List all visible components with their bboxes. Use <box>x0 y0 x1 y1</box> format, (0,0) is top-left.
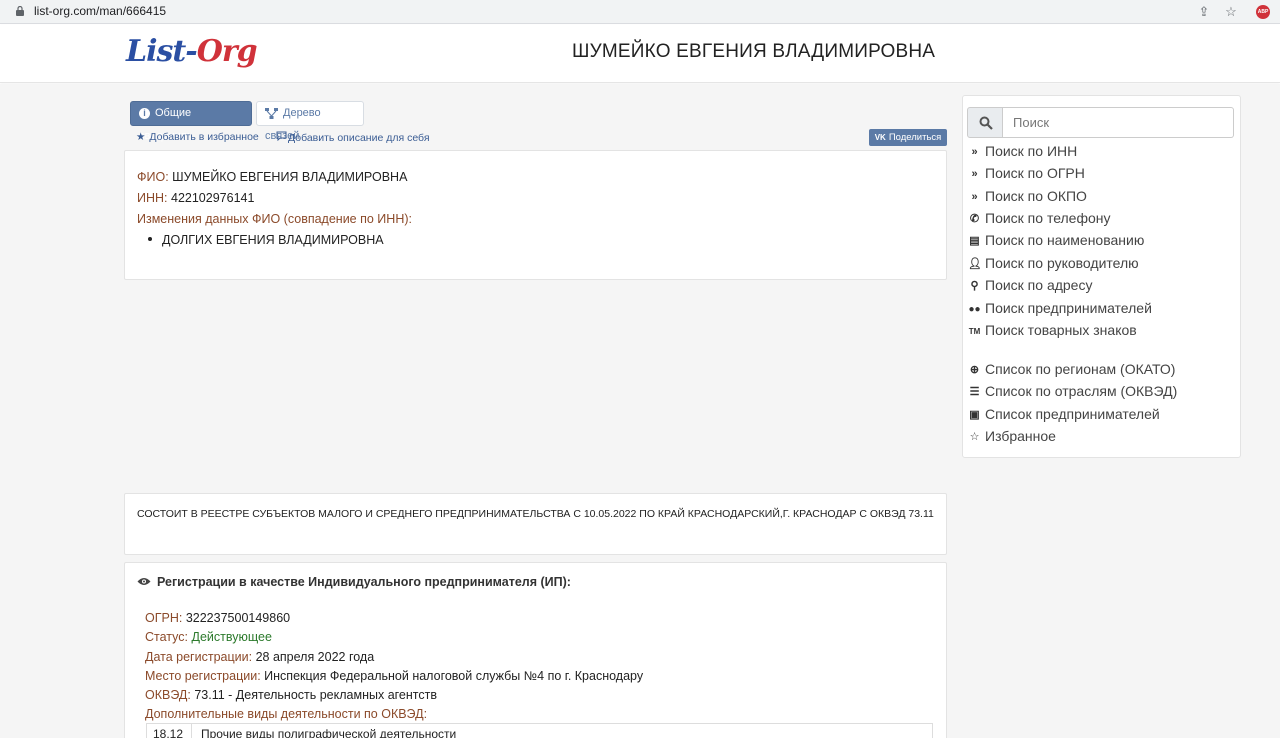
sidebar-item-address-search[interactable]: ⚲ Поиск по адресу <box>968 277 1092 297</box>
eye-icon <box>137 578 151 585</box>
sidebar-item-ogrn-search[interactable]: » Поиск по ОГРН <box>968 165 1084 185</box>
sidebar-item-favorites[interactable]: ☆ Избранное <box>968 428 1056 448</box>
sidebar-item-entrepreneurs-list[interactable]: ▣ Список предпринимателей <box>968 406 1159 426</box>
search-input[interactable] <box>1003 107 1234 138</box>
page-title: ШУМЕЙКО ЕВГЕНИЯ ВЛАДИМИРОВНА <box>572 41 936 62</box>
map-marker-icon: ⚲ <box>970 280 979 292</box>
star-icon: ☆ <box>969 431 980 443</box>
adblock-icon[interactable]: ABP <box>1256 5 1270 19</box>
sidebar-item-director-search[interactable]: 👤︎ Поиск по руководителю <box>968 255 1139 275</box>
ip-section-heading: Регистрации в качестве Индивидуального п… <box>137 575 571 589</box>
double-chevron-icon: » <box>971 191 978 203</box>
reg-date-row: Дата регистрации: 28 апреля 2022 года <box>145 650 375 664</box>
tree-icon <box>265 107 278 119</box>
status-badge: Действующее <box>191 630 272 644</box>
fio-changes-label: Изменения данных ФИО (совпадение по ИНН)… <box>137 212 412 226</box>
phone-icon: ✆ <box>969 213 980 225</box>
users-icon: ●● <box>968 304 981 315</box>
sidebar-item-phone-search[interactable]: ✆ Поиск по телефону <box>968 210 1111 230</box>
browser-address-bar: list-org.com/man/666415 ⇪ ☆ ABP <box>0 0 1280 24</box>
document-icon: ▤ <box>969 235 980 247</box>
sme-registry-card <box>124 493 947 555</box>
info-icon: i <box>139 107 150 119</box>
reg-place-row: Место регистрации: Инспекция Федеральной… <box>145 669 644 683</box>
list-icon: ☰ <box>969 386 980 398</box>
double-chevron-icon: » <box>971 168 978 180</box>
sidebar-item-name-search[interactable]: ▤ Поиск по наименованию <box>968 232 1144 252</box>
inn-row: ИНН: 422102976141 <box>137 191 255 205</box>
sme-registry-text: СОСТОИТ В РЕЕСТРЕ СУБЪЕКТОВ МАЛОГО И СРЕ… <box>137 508 934 520</box>
vk-share-button[interactable]: VK Поделиться <box>869 129 947 146</box>
status-row: Статус: Действующее <box>145 630 272 644</box>
okved-code-cell: 18.12 <box>153 727 184 738</box>
sidebar-item-inn-search[interactable]: » Поиск по ИНН <box>968 143 1077 163</box>
fio-row: ФИО: ШУМЕЙКО ЕВГЕНИЯ ВЛАДИМИРОВНА <box>137 170 408 184</box>
ogrn-row: ОГРН: 322237500149860 <box>145 611 291 625</box>
double-chevron-icon: » <box>971 146 978 158</box>
sidebar-item-industries-list[interactable]: ☰ Список по отраслям (ОКВЭД) <box>968 383 1178 403</box>
share-page-icon[interactable]: ⇪ <box>1196 4 1212 20</box>
trademark-icon: TM <box>968 327 981 336</box>
id-card-icon: ▣ <box>969 409 980 421</box>
okved-name-cell: Прочие виды полиграфической деятельности <box>201 727 457 738</box>
add-description-link[interactable]: Добавить описание для себя <box>276 131 430 144</box>
star-icon: ★ <box>136 131 146 143</box>
cell-divider <box>191 724 192 738</box>
site-header: List-Org ШУМЕЙКО ЕВГЕНИЯ ВЛАДИМИРОВНА <box>0 25 1280 83</box>
lock-icon <box>16 6 24 16</box>
site-logo[interactable]: List-Org <box>126 34 258 69</box>
okved-row: ОКВЭД: 73.11 - Деятельность рекламных аг… <box>145 688 437 702</box>
user-icon: 👤︎ <box>968 258 982 270</box>
extra-okved-label: Дополнительные виды деятельности по ОКВЭ… <box>145 707 428 721</box>
search-icon <box>979 116 993 130</box>
sidebar-item-trademark-search[interactable]: TM Поиск товарных знаков <box>968 322 1137 342</box>
sidebar-item-entrepreneur-search[interactable]: ●● Поиск предпринимателей <box>968 300 1151 320</box>
bookmark-star-icon[interactable]: ☆ <box>1223 4 1239 20</box>
bullet-icon <box>148 237 152 241</box>
sidebar-item-regions-list[interactable]: ⊕ Список по регионам (ОКАТО) <box>968 361 1176 381</box>
comment-icon <box>276 131 287 141</box>
url-text[interactable]: list-org.com/man/666415 <box>34 4 166 18</box>
fio-change-item: ДОЛГИХ ЕВГЕНИЯ ВЛАДИМИРОВНА <box>162 233 384 247</box>
table-row: 18.12 Прочие виды полиграфической деятел… <box>146 723 933 738</box>
add-favorite-link[interactable]: ★ Добавить в избранное <box>136 131 259 143</box>
search-button[interactable] <box>967 107 1003 138</box>
tab-relations-tree[interactable]: Дерево связей <box>256 101 364 142</box>
tab-general-info[interactable]: i Общие сведения: <box>130 101 252 142</box>
sidebar-item-okpo-search[interactable]: » Поиск по ОКПО <box>968 188 1087 208</box>
globe-icon: ⊕ <box>969 364 980 376</box>
vk-icon: VK <box>874 133 886 142</box>
